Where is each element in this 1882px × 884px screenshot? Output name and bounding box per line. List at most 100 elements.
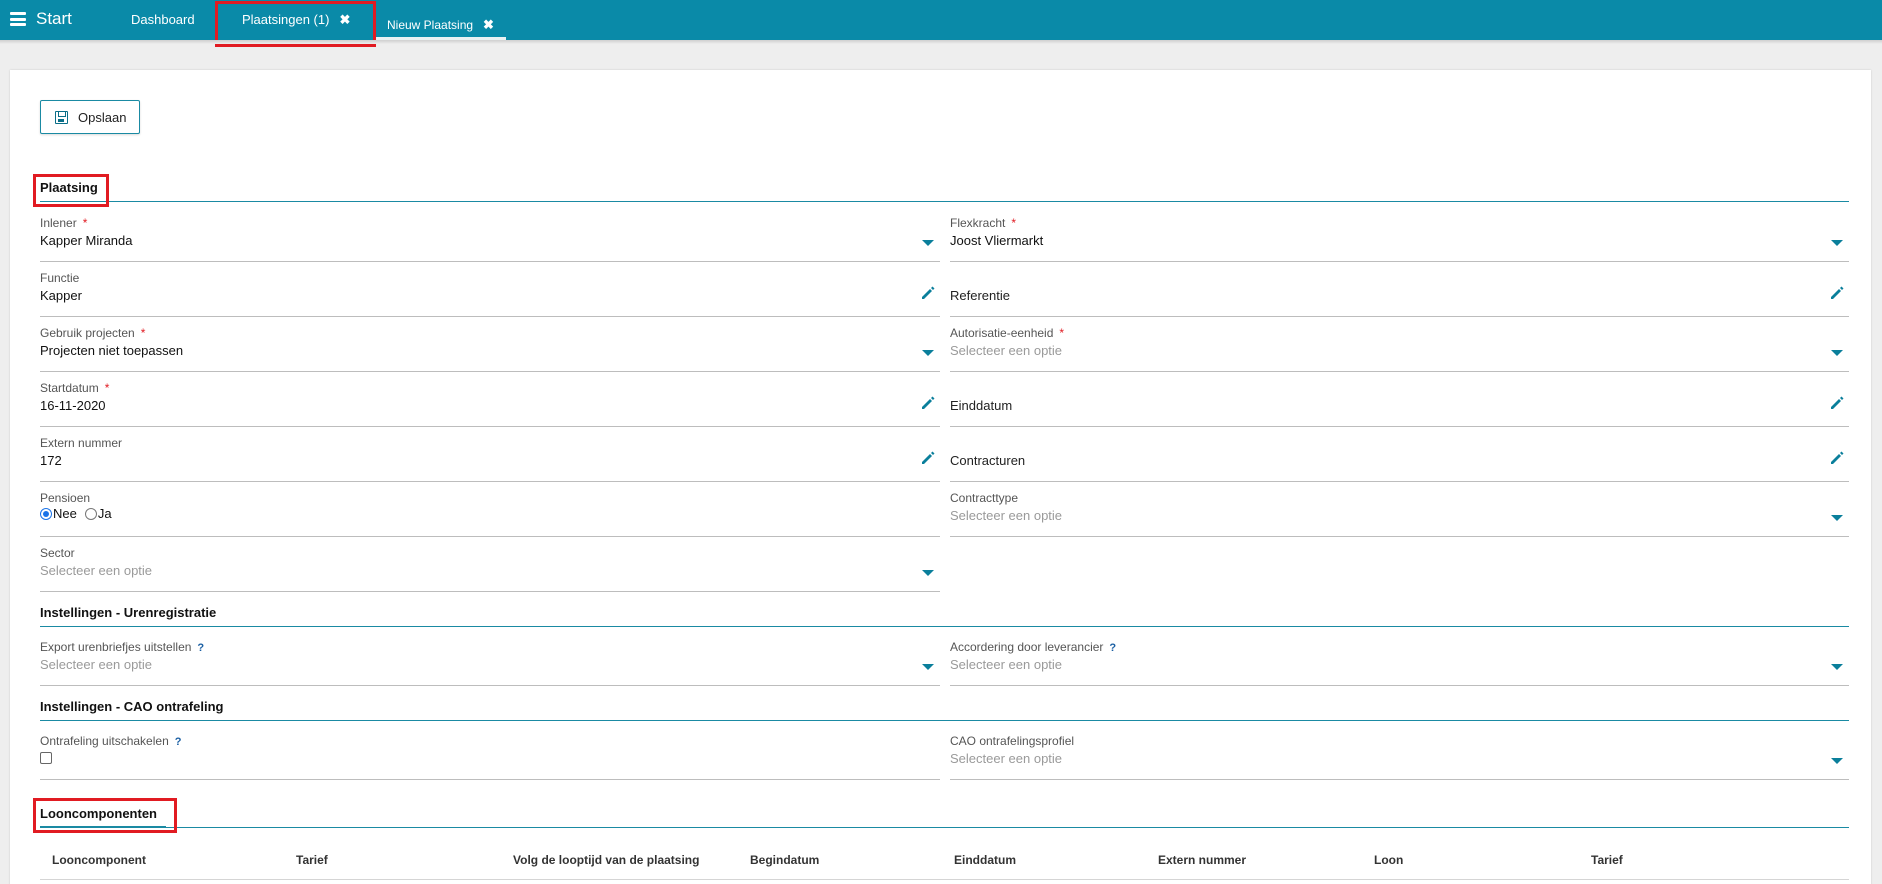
column-header[interactable]: Einddatum [954,853,1016,867]
field-value: Projecten niet toepassen [40,343,184,358]
caret-down-icon [922,570,934,576]
field-value: 172 [40,453,62,468]
help-icon[interactable]: ? [1109,642,1116,654]
caret-down-icon [922,350,934,356]
close-icon[interactable]: ✖ [483,17,494,33]
ontrafeling-checkbox[interactable] [40,752,52,764]
section-title-cao: Instellingen - CAO ontrafeling [40,699,224,714]
section-divider [40,827,1849,828]
field-placeholder: Selecteer een optie [950,508,1063,523]
required-marker: * [82,216,88,230]
pensioen-radio-group: Nee Ja [40,506,112,521]
field-label: Export urenbriefjes uitstellen? [40,640,204,654]
column-header[interactable]: Extern nummer [1158,853,1246,867]
caret-down-icon [1831,240,1843,246]
field-label: Startdatum * [40,381,109,395]
column-header[interactable]: Volg de looptijd van de plaatsing [513,853,699,867]
save-button[interactable]: Opslaan [40,100,140,134]
field-label: Contracturen [950,453,1026,468]
einddatum-field[interactable]: Einddatum [950,381,1849,427]
pencil-icon[interactable] [1829,450,1845,466]
field-label: Flexkracht * [950,216,1016,230]
tab-label: Nieuw Plaatsing [387,18,474,32]
required-marker: * [104,381,110,395]
required-marker: * [140,326,146,340]
accordering-select[interactable]: Accordering door leverancier? Selecteer … [950,640,1849,686]
pencil-icon[interactable] [1829,395,1845,411]
field-label: Inlener * [40,216,87,230]
help-icon[interactable]: ? [175,736,182,748]
column-header[interactable]: Begindatum [750,853,819,867]
sector-select[interactable]: Sector Selecteer een optie [40,546,940,592]
field-label: Extern nummer [40,436,123,450]
hamburger-menu-icon[interactable] [10,12,26,26]
field-label: CAO ontrafelingsprofiel [950,734,1075,748]
field-label-text: Inlener [40,216,77,230]
field-placeholder: Selecteer een optie [950,751,1063,766]
section-divider [40,626,1849,627]
looncomponenten-table-header: Looncomponent Tarief Volg de looptijd va… [40,840,1849,880]
field-label: Contracttype [950,491,1019,505]
field-label: Functie [40,271,80,285]
tab-nieuw-plaatsing[interactable]: Nieuw Plaatsing ✖ [387,17,494,33]
caret-down-icon [922,240,934,246]
tab-label: Dashboard [131,12,195,27]
field-label: Gebruik projecten * [40,326,145,340]
caret-down-icon [1831,664,1843,670]
cao-profiel-select[interactable]: CAO ontrafelingsprofiel Selecteer een op… [950,734,1849,780]
pencil-icon[interactable] [920,450,936,466]
tab-dashboard[interactable]: Dashboard [131,12,195,27]
field-label: Autorisatie-eenheid * [950,326,1064,340]
caret-down-icon [1831,758,1843,764]
column-header[interactable]: Tarief [296,853,328,867]
pensioen-radio-nee[interactable] [40,507,52,520]
contracttype-select[interactable]: Contracttype Selecteer een optie [950,491,1849,537]
pensioen-radio-ja[interactable] [84,507,97,520]
pensioen-field: Pensioen Nee Ja [40,491,940,537]
topbar-shadow [0,40,1882,44]
required-marker: * [1059,326,1065,340]
radio-label: Ja [97,506,112,521]
caret-down-icon [922,664,934,670]
section-title-urenregistratie: Instellingen - Urenregistratie [40,605,217,620]
contracturen-field[interactable]: Contracturen [950,436,1849,482]
save-button-label: Opslaan [78,109,127,125]
field-label: Ontrafeling uitschakelen? [40,734,181,748]
caret-down-icon [1831,515,1843,521]
column-header[interactable]: Tarief [1591,853,1623,867]
field-label: Einddatum [950,398,1013,413]
ontrafeling-field: Ontrafeling uitschakelen? [40,734,940,780]
caret-down-icon [1831,350,1843,356]
field-label: Referentie [950,288,1010,303]
field-value: 16-11-2020 [40,398,106,413]
pencil-icon[interactable] [920,395,936,411]
field-placeholder: Selecteer een optie [950,657,1063,672]
column-header[interactable]: Loon [1374,853,1403,867]
field-label-text: Autorisatie-eenheid [950,326,1054,340]
field-value: Kapper Miranda [40,233,133,248]
gebruik-projecten-select[interactable]: Gebruik projecten * Projecten niet toepas… [40,326,940,372]
field-label-text: Ontrafeling uitschakelen [40,734,169,748]
flexkracht-select[interactable]: Flexkracht * Joost Vliermarkt [950,216,1849,262]
functie-field[interactable]: Functie Kapper [40,271,940,317]
radio-label: Nee [53,506,77,521]
field-label: Accordering door leverancier? [950,640,1116,654]
pencil-icon[interactable] [920,285,936,301]
highlight-box-plaatsing [33,174,109,207]
field-label: Sector [40,546,75,560]
form-card: Opslaan Plaatsing Inlener * Kapper Mirand… [10,70,1871,884]
inlener-select[interactable]: Inlener * Kapper Miranda [40,216,940,262]
section-divider [40,201,1849,202]
startdatum-field[interactable]: Startdatum * 16-11-2020 [40,381,940,427]
field-value: Kapper [40,288,82,303]
referentie-field[interactable]: Referentie [950,271,1849,317]
export-urenbriefjes-select[interactable]: Export urenbriefjes uitstellen? Selectee… [40,640,940,686]
start-link[interactable]: Start [36,9,72,29]
highlight-box-looncomponenten [33,798,177,833]
column-header[interactable]: Looncomponent [52,853,146,867]
autorisatie-eenheid-select[interactable]: Autorisatie-eenheid * Selecteer een optie [950,326,1849,372]
field-placeholder: Selecteer een optie [40,657,153,672]
extern-nummer-field[interactable]: Extern nummer 172 [40,436,940,482]
pencil-icon[interactable] [1829,285,1845,301]
help-icon[interactable]: ? [197,642,204,654]
